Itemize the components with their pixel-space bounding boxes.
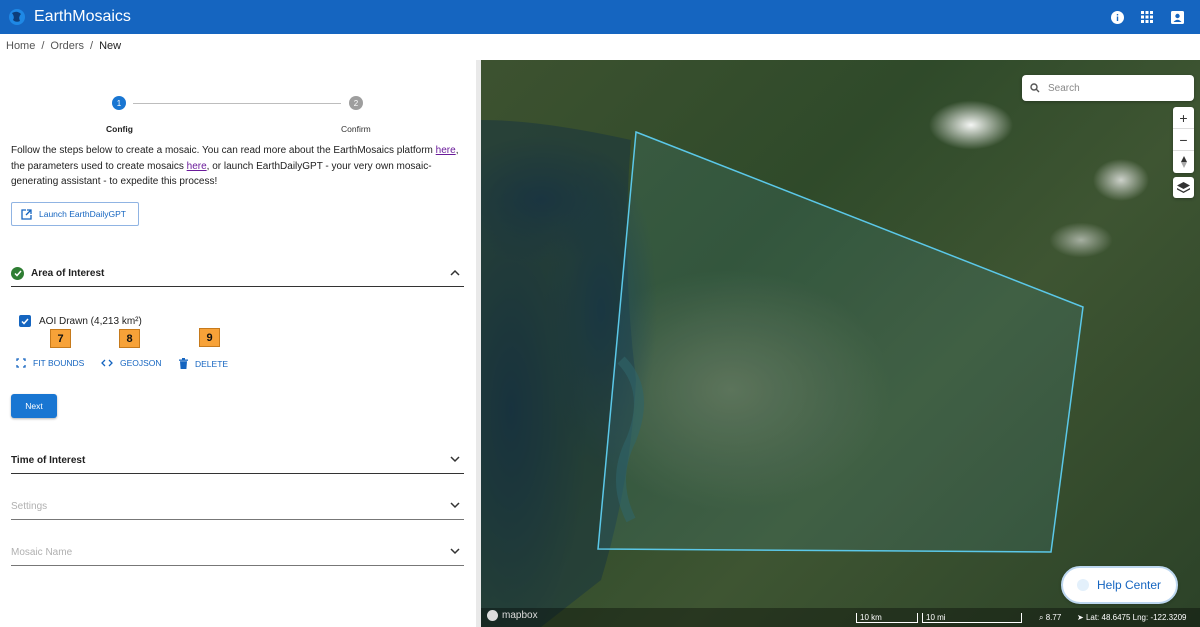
scale-bar-mi: 10 mi [922,613,1022,623]
help-center-button[interactable]: Help Center [1061,566,1178,604]
intro-text-part: Follow the steps below to create a mosai… [11,145,436,156]
mosaic-name-header[interactable]: Mosaic Name [11,540,464,566]
aoi-drawn-label: AOI Drawn (4,213 km²) [39,315,142,327]
layers-icon [1177,181,1190,193]
breadcrumb: Home / Orders / New [6,40,121,52]
scale-bar-km: 10 km [856,613,918,623]
chevron-down-icon[interactable] [450,548,460,555]
zoom-out-button[interactable]: − [1173,129,1194,151]
account-icon[interactable] [1168,8,1186,26]
step-2-indicator: 2 [349,96,363,110]
top-bar-actions [1108,8,1186,26]
stepper-connector [133,103,341,104]
map-zoom-controls: + − [1173,107,1194,173]
water-body [481,120,636,627]
map-overlay [481,120,1084,627]
stepper: 1 2 Config Confirm [0,78,476,134]
launch-earthdailygpt-button[interactable]: Launch EarthDailyGPT [11,202,139,226]
compass-icon [1180,156,1187,168]
aoi-checkbox[interactable] [19,315,31,327]
zoom-level-value: 8.77 [1045,613,1062,622]
annotation-badge: 9 [199,328,220,347]
info-icon[interactable] [1108,8,1126,26]
delete-button[interactable]: DELETE [179,358,228,369]
annotation-badge: 7 [50,329,71,348]
fit-bounds-label: FIT BOUNDS [33,358,85,368]
time-of-interest-title: Time of Interest [11,455,86,466]
intro-text: Follow the steps below to create a mosai… [11,143,466,190]
parameters-docs-link[interactable]: here [187,161,207,172]
step-1-indicator: 1 [112,96,126,110]
breadcrumb-current: New [99,40,122,52]
chevron-down-icon[interactable] [450,456,460,463]
search-icon [1030,83,1040,93]
settings-title: Settings [11,501,48,512]
mapbox-logo-icon [487,610,498,621]
map-search-box[interactable]: Search [1022,75,1194,101]
breadcrumb-home[interactable]: Home [6,40,35,52]
chevron-down-icon[interactable] [450,502,460,509]
geojson-label: GEOJSON [120,358,162,368]
app-title[interactable]: EarthMosaics [34,8,131,26]
cursor-coordinates: ➤ Lat: 48.6475 Lng: -122.3209 [1077,613,1187,622]
fullscreen-icon [16,358,26,368]
mapbox-logo[interactable]: mapbox [487,610,538,621]
platform-docs-link[interactable]: here [436,145,456,156]
zoom-in-button[interactable]: + [1173,107,1194,129]
area-of-interest-title: Area of Interest [31,268,105,279]
breadcrumb-separator: / [41,40,45,52]
geojson-button[interactable]: GEOJSON [101,358,162,368]
apps-grid-icon[interactable] [1138,8,1156,26]
aoi-polygon[interactable] [597,130,1084,553]
order-config-panel: 1 2 Config Confirm Follow the steps belo… [0,60,476,627]
top-app-bar: EarthMosaics [0,0,1200,34]
settings-header[interactable]: Settings [11,494,464,520]
step-1-label: Config [106,124,133,134]
area-of-interest-header[interactable]: Area of Interest [11,261,464,287]
map-search-placeholder: Search [1048,82,1080,94]
coordinates-value: Lat: 48.6475 Lng: -122.3209 [1085,613,1187,622]
mapbox-attribution: mapbox [502,610,538,621]
step-2-label: Confirm [341,124,371,134]
chevron-up-icon[interactable] [450,269,460,276]
delete-label: DELETE [195,358,229,369]
help-center-label: Help Center [1097,578,1162,592]
fit-bounds-button[interactable]: FIT BOUNDS [16,358,84,368]
zoom-level-readout: ⌕ 8.77 [1039,613,1062,622]
aoi-drawn-row: AOI Drawn (4,213 km²) [19,315,142,327]
check-circle-icon [11,267,24,280]
time-of-interest-header[interactable]: Time of Interest [11,448,464,474]
earth-logo-icon[interactable] [8,6,26,28]
mosaic-name-title: Mosaic Name [11,547,73,558]
compass-button[interactable] [1173,151,1194,173]
map-status-bar: mapbox 10 km 10 mi ⌕ 8.77 ➤ Lat: 48.6475… [481,608,1200,627]
trash-icon [179,358,188,369]
launch-button-label: Launch EarthDailyGPT [39,209,126,219]
code-icon [101,359,113,367]
breadcrumb-separator: / [90,40,94,52]
breadcrumb-orders[interactable]: Orders [50,40,84,52]
layers-button[interactable] [1173,177,1194,198]
help-icon [1077,579,1089,591]
satellite-map[interactable]: Search + − Help Center mapbox 10 km 10 m… [481,60,1200,627]
next-button[interactable]: Next [11,394,57,418]
annotation-badge: 8 [119,329,140,348]
open-in-new-icon [21,208,32,220]
